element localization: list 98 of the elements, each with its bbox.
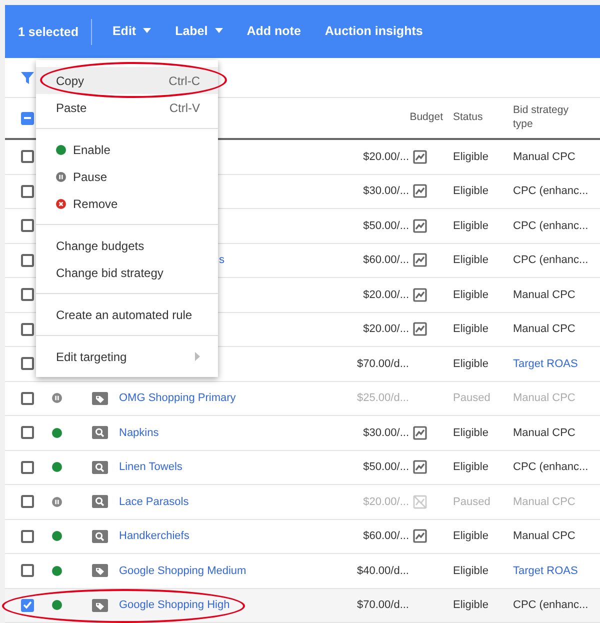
row-checkbox[interactable]: [20, 184, 34, 198]
menu-item[interactable]: Pause: [36, 163, 218, 190]
row-checkbox[interactable]: [20, 150, 34, 164]
menu-item[interactable]: Remove: [36, 190, 218, 217]
column-header: Bid strategy type: [513, 104, 570, 132]
chart-icon[interactable]: [413, 253, 427, 268]
bid-strategy-text: Manual CPC: [513, 288, 576, 302]
caret-icon: [214, 28, 223, 34]
toolbar-button[interactable]: Add note: [234, 18, 313, 45]
status-text: Eligible: [453, 253, 490, 268]
row-checkbox[interactable]: [20, 495, 34, 508]
menu-item[interactable]: Paste Ctrl-V: [36, 94, 218, 121]
bid-strategy-text: CPC (enhanc...: [513, 253, 590, 268]
menu-item[interactable]: Change budgets: [36, 232, 218, 259]
campaign-link[interactable]: Linen Towels: [108, 461, 182, 473]
status-text: Eligible: [453, 356, 490, 372]
row-checkbox[interactable]: [20, 357, 34, 370]
status-text: Eligible: [453, 322, 490, 337]
bid-strategy-text: Manual CPC: [513, 426, 576, 440]
row-checkbox[interactable]: [20, 564, 34, 578]
budget-text: $25.00/d...: [357, 392, 409, 404]
status-text: Paused: [453, 494, 492, 510]
bid-strategy-link[interactable]: Target ROAS: [513, 562, 600, 579]
filter-icon: [21, 72, 34, 84]
shortcut-text: Ctrl-C: [168, 72, 200, 90]
status-text: Eligible: [453, 426, 490, 440]
status-text: Eligible: [453, 184, 490, 199]
budget-text: $50.00/...: [363, 220, 409, 232]
budget-text: $20.00/...: [363, 288, 409, 300]
bid-strategy-text: CPC (enhanc...: [513, 218, 590, 234]
bid-strategy-text: Manual CPC: [513, 529, 576, 544]
shortcut-text: Ctrl-V: [169, 100, 200, 116]
chart-icon[interactable]: [413, 150, 427, 164]
chart-icon[interactable]: [413, 529, 427, 544]
dropdown-button[interactable]: Edit: [100, 18, 164, 45]
toolbar-button[interactable]: Auction insights: [312, 18, 435, 45]
budget-text: $20.00/...: [363, 323, 409, 335]
row-checkbox[interactable]: [20, 598, 34, 612]
row-checkbox[interactable]: [20, 219, 34, 232]
chart-icon[interactable]: [413, 288, 427, 302]
bid-strategy-text: CPC (enhanc...: [513, 598, 590, 613]
select-all-checkbox[interactable]: [20, 112, 34, 124]
budget-text: $60.00/...: [363, 530, 409, 542]
bid-strategy-text: Manual CPC: [513, 494, 576, 510]
chart-icon[interactable]: [413, 426, 427, 440]
bid-strategy-text: Manual CPC: [513, 322, 576, 337]
row-checkbox[interactable]: [20, 460, 34, 474]
budget-text: $60.00/...: [363, 254, 409, 266]
budget-text: $70.00/d...: [357, 358, 409, 370]
status-text: Eligible: [453, 564, 490, 578]
pause-icon: [56, 172, 66, 182]
budget-text: $30.00/...: [363, 426, 409, 438]
status-text: Paused: [453, 391, 492, 406]
chart-icon[interactable]: [413, 184, 427, 198]
row-checkbox[interactable]: [20, 426, 34, 440]
bid-strategy-text: CPC (enhanc...: [513, 184, 590, 199]
menu-item[interactable]: Change bid strategy: [36, 259, 218, 286]
row-checkbox[interactable]: [20, 530, 34, 543]
campaign-link[interactable]: Handkerchiefs: [108, 530, 190, 542]
enable-dot: [56, 144, 66, 154]
budget-text: $70.00/d...: [357, 599, 409, 611]
budget-text: $20.00/...: [363, 496, 409, 508]
campaign-link[interactable]: Napkins: [108, 426, 159, 438]
status-text: Eligible: [453, 529, 490, 544]
campaign-link[interactable]: Google Shopping Medium: [108, 564, 246, 576]
selection-count: 1 selected: [18, 18, 92, 44]
status-text: Eligible: [453, 150, 490, 164]
campaign-link[interactable]: OMG Shopping Primary: [108, 392, 236, 404]
row-checkbox[interactable]: [20, 254, 34, 267]
bid-strategy-text: Manual CPC: [513, 150, 576, 164]
row-checkbox[interactable]: [20, 322, 34, 336]
menu-item[interactable]: Copy Ctrl-C: [36, 67, 218, 94]
row-checkbox[interactable]: [20, 392, 34, 405]
column-header: Status: [453, 110, 484, 126]
budget-text: $30.00/...: [363, 185, 409, 197]
budget-text: $40.00/d...: [357, 564, 409, 576]
status-text: Eligible: [453, 598, 490, 613]
menu-item[interactable]: Edit targeting: [36, 343, 218, 370]
status-text: Eligible: [453, 218, 490, 234]
column-header: Budget: [410, 111, 443, 124]
remove-icon: [56, 198, 66, 208]
row-checkbox[interactable]: [20, 288, 34, 302]
chart-icon[interactable]: [413, 218, 427, 233]
campaign-link[interactable]: Lace Parasols: [108, 496, 189, 508]
bid-strategy-text: Manual CPC: [513, 391, 576, 406]
campaign-link[interactable]: Google Shopping High: [108, 599, 230, 611]
budget-text: $50.00/...: [363, 461, 409, 473]
status-text: Eligible: [453, 460, 490, 475]
chart-icon[interactable]: [413, 460, 427, 474]
status-text: Eligible: [453, 288, 490, 302]
budget-text: $20.00/...: [363, 150, 409, 162]
bid-strategy-text: CPC (enhanc...: [513, 460, 590, 475]
menu-item[interactable]: Enable: [36, 136, 218, 163]
chart-icon[interactable]: [413, 322, 427, 336]
caret-icon: [143, 28, 152, 34]
dropdown-button[interactable]: Label: [163, 18, 235, 45]
menu-item[interactable]: Create an automated rule: [36, 301, 218, 328]
bid-strategy-link[interactable]: Target ROAS: [513, 356, 600, 372]
